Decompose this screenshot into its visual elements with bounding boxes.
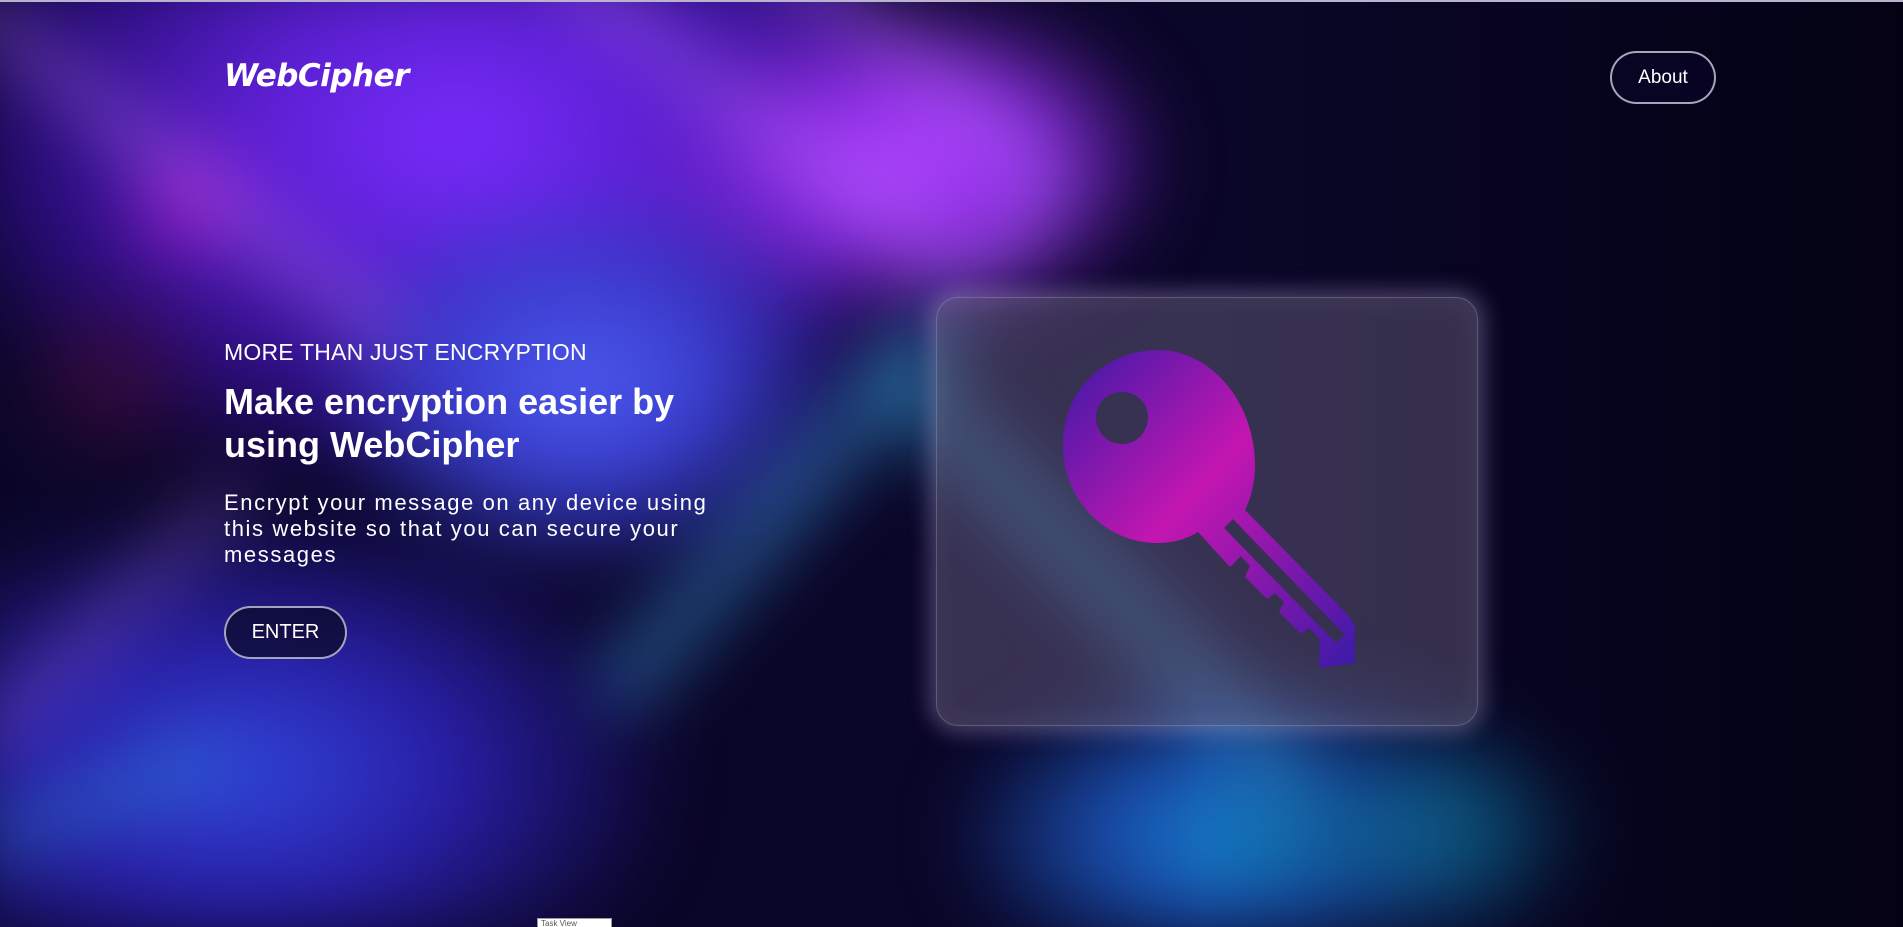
task-view-tag[interactable]: Task View xyxy=(537,918,612,927)
enter-button[interactable]: ENTER xyxy=(224,606,347,659)
hero-description: Encrypt your message on any device using… xyxy=(224,490,708,567)
top-border xyxy=(0,0,1903,2)
site-logo[interactable]: WebCipher xyxy=(224,58,409,94)
hero-headline: Make encryption easier by using WebCiphe… xyxy=(224,381,675,465)
key-icon xyxy=(1063,350,1355,668)
about-button[interactable]: About xyxy=(1610,51,1716,104)
hero-eyebrow: MORE THAN JUST ENCRYPTION xyxy=(224,339,587,365)
landing-page: WebCipher About MORE THAN JUST ENCRYPTIO… xyxy=(0,0,1903,927)
